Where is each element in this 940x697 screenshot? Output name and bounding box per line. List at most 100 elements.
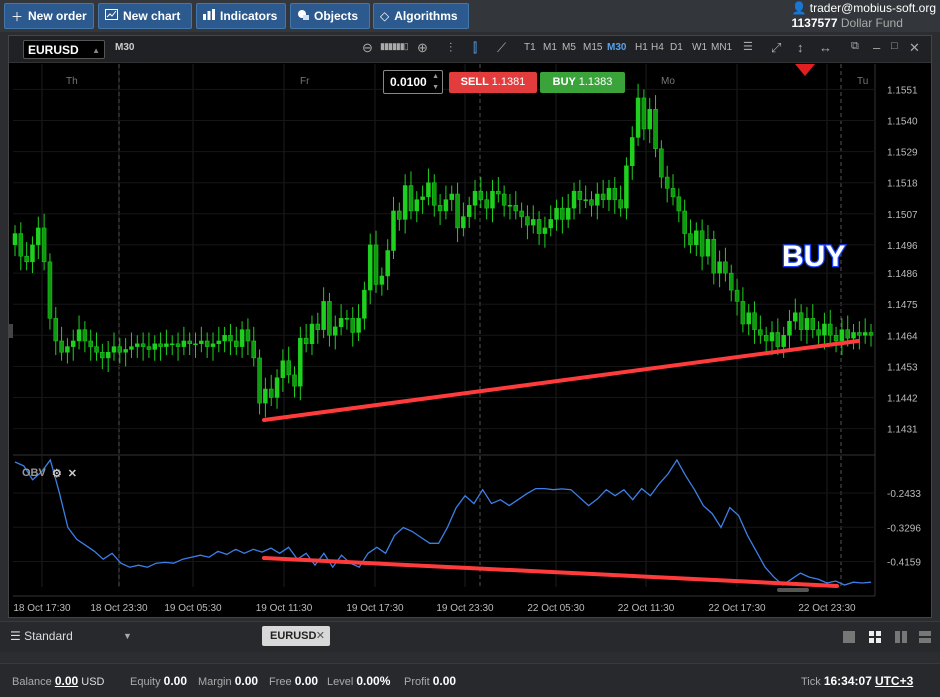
price-tick-label: 1.1540 [887, 117, 918, 128]
candle-body [775, 332, 781, 347]
layout-columns-icon[interactable] [894, 630, 908, 644]
candle-body [664, 176, 670, 189]
objects-button[interactable]: Objects [290, 3, 370, 29]
candle-body [175, 343, 181, 347]
candle-body [449, 193, 454, 200]
price-tick-label: 1.1496 [887, 241, 918, 252]
new-chart-button[interactable]: New chart [98, 3, 192, 29]
candle-body [169, 343, 175, 346]
layout-rows-icon[interactable] [918, 630, 932, 644]
candle-body [810, 318, 816, 330]
candle-body [362, 289, 367, 319]
volume-input[interactable]: 0.0100 ▲ ▼ [383, 70, 443, 94]
workspace-selector[interactable]: ☰ Standard ▼ [10, 629, 132, 643]
candle-body [298, 337, 303, 387]
candle-body [758, 329, 763, 336]
candle-body [490, 190, 495, 209]
time-tick-label: 19 Oct 23:30 [436, 603, 494, 614]
candle-body [595, 193, 600, 206]
candle-body [781, 335, 786, 347]
candle-body [373, 244, 379, 285]
candle-body [862, 332, 868, 336]
candle-body [391, 210, 396, 251]
candle-body [303, 337, 309, 345]
candle-body [711, 238, 717, 274]
candle-body [484, 199, 489, 209]
sell-button[interactable]: SELL 1.1381 [449, 72, 537, 93]
candle-body [356, 318, 361, 333]
candle-body [455, 193, 460, 229]
candle-body [367, 244, 373, 291]
candle-body [705, 238, 711, 257]
chart-canvas[interactable]: 18 Oct 17:30 18 Oct 23:30 19 Oct 05:30 19 O… [9, 36, 931, 617]
obv-tick-label: -0.4159 [887, 558, 921, 569]
candle-body [548, 219, 553, 229]
candle-body [763, 335, 769, 342]
settings-icon[interactable]: ⚙ [52, 467, 62, 480]
price-tick-label: 1.1453 [887, 362, 918, 373]
candle-body [321, 301, 326, 330]
time-tick-label: 22 Oct 17:30 [708, 603, 766, 614]
candle-body [583, 199, 588, 201]
candle-body [606, 188, 612, 200]
candle-body [682, 210, 687, 234]
candle-body [268, 388, 274, 398]
indicators-button[interactable]: Indicators [196, 3, 286, 29]
day-label: Fr [300, 76, 310, 87]
candle-body [385, 250, 390, 277]
candle-body [146, 346, 152, 350]
candle-body [519, 210, 524, 217]
candle-body [699, 230, 705, 257]
buy-button[interactable]: BUY 1.1383 [540, 72, 625, 93]
price-tick-label: 1.1486 [887, 269, 918, 280]
new-order-button[interactable]: ＋ New order [4, 3, 94, 29]
layout-single-icon[interactable] [842, 630, 856, 644]
candle-body [816, 329, 821, 336]
candle-body [798, 312, 804, 330]
account-info[interactable]: 👤 trader@mobius-soft.org 1137577 Dollar … [791, 1, 936, 31]
candle-body [140, 343, 146, 347]
algorithms-button[interactable]: ◇ Algorithms [373, 3, 469, 29]
price-tick-label: 1.1529 [887, 148, 918, 159]
candle-body [24, 255, 29, 263]
candle-body [76, 329, 82, 342]
candle-body [111, 346, 117, 353]
chart-icon [105, 9, 118, 23]
day-label: Tu [857, 76, 868, 87]
candle-body [437, 205, 443, 212]
remove-indicator-icon[interactable]: ✕ [68, 467, 77, 480]
candle-body [589, 199, 594, 206]
candle-body [531, 219, 536, 226]
candle-body [804, 318, 810, 330]
candle-body [507, 205, 513, 207]
candle-body [734, 289, 740, 302]
candle-body [88, 340, 93, 347]
main-toolbar: ＋ New order New chart Indicators Objects … [0, 0, 940, 32]
candle-body [338, 318, 344, 328]
candle-body [36, 227, 41, 246]
candle-body [199, 340, 204, 345]
candle-body [117, 346, 123, 353]
volume-spinner-icon[interactable]: ▲ ▼ [432, 71, 439, 93]
user-icon: 👤 [791, 1, 807, 15]
candle-body [286, 360, 291, 376]
price-tick-label: 1.1507 [887, 210, 918, 221]
candle-body [344, 318, 350, 320]
candle-body [414, 199, 420, 212]
buy-annotation: BUY [782, 240, 845, 273]
candle-body [618, 199, 623, 209]
candle-body [251, 340, 256, 359]
layout-grid-icon[interactable] [868, 630, 882, 644]
candle-body [327, 301, 332, 336]
candle-body [554, 207, 559, 220]
obv-tick-label: -0.2433 [887, 489, 921, 500]
candle-body [350, 318, 355, 333]
time-tick-label: 22 Oct 05:30 [527, 603, 585, 614]
close-tab-icon[interactable]: ✕ [316, 626, 325, 646]
chart-tab-eurusd[interactable]: EURUSD ✕ [262, 626, 330, 646]
candle-body [333, 326, 338, 336]
candle-body [292, 374, 297, 387]
chart-scrollbar [777, 588, 809, 592]
timezone-selector[interactable]: UTC+3 [875, 674, 913, 688]
candle-body [379, 275, 385, 285]
